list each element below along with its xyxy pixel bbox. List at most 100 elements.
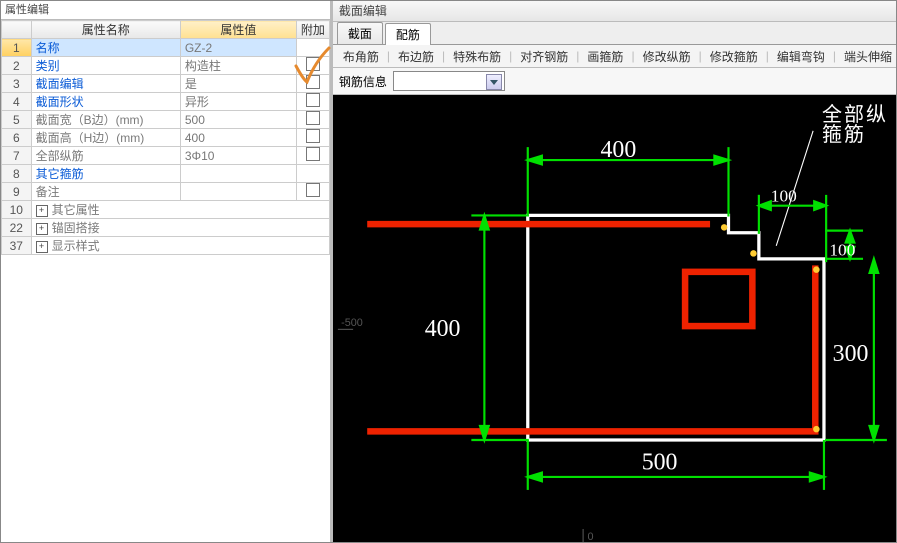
tool-align-bar[interactable]: 对齐钢筋 [516,48,572,65]
row-index: 9 [2,183,32,201]
prop-value[interactable]: 500 [180,111,296,129]
rebar-info-label: 钢筋信息 [339,73,387,90]
svg-text:100: 100 [771,186,797,205]
tab-section[interactable]: 截面 [337,22,383,44]
row-index: 2 [2,57,32,75]
prop-name[interactable]: 截面形状 [31,93,180,111]
property-panel-title: 属性编辑 [1,1,330,20]
prop-name[interactable]: 全部纵筋 [31,147,180,165]
prop-value[interactable]: 3Φ10 [180,147,296,165]
col-add[interactable]: 附加 [296,21,329,39]
rebar-info-combo[interactable] [393,71,505,91]
table-row[interactable]: 2类别构造柱 [2,57,330,75]
tool-edit-stirrup[interactable]: 修改箍筋 [706,48,762,65]
prop-add[interactable] [296,39,329,57]
col-index[interactable] [2,21,32,39]
row-index: 3 [2,75,32,93]
group-name[interactable]: +显示样式 [31,237,329,255]
expand-icon[interactable]: + [36,241,48,253]
expand-icon[interactable]: + [36,223,48,235]
table-row[interactable]: 8其它箍筋 [2,165,330,183]
row-index: 7 [2,147,32,165]
checkbox-icon[interactable] [306,183,320,197]
checkbox-icon[interactable] [306,129,320,143]
row-index: 5 [2,111,32,129]
prop-value[interactable]: 构造柱 [180,57,296,75]
prop-add[interactable] [296,75,329,93]
row-index: 6 [2,129,32,147]
table-row[interactable]: 4截面形状异形 [2,93,330,111]
section-drawing: -500 0 [333,95,896,542]
row-index: 22 [2,219,32,237]
svg-text:300: 300 [833,341,869,367]
prop-add[interactable] [296,129,329,147]
prop-name[interactable]: 备注 [31,183,180,201]
prop-add[interactable] [296,165,329,183]
section-editor-panel: 截面编辑 截面 配筋 布角筋| 布边筋| 特殊布筋| 对齐钢筋| 画箍筋| 修改… [332,1,896,542]
svg-text:500: 500 [642,449,678,475]
checkbox-icon[interactable] [306,147,320,161]
svg-text:0: 0 [587,531,593,542]
prop-add[interactable] [296,93,329,111]
checkbox-icon[interactable] [306,93,320,107]
prop-value[interactable]: 400 [180,129,296,147]
prop-add[interactable] [296,183,329,201]
prop-value[interactable]: 异形 [180,93,296,111]
prop-name[interactable]: 截面宽（B边）(mm) [31,111,180,129]
leader-label: 全部纵 箍筋 [822,105,888,145]
checkbox-icon[interactable] [306,111,320,125]
prop-name[interactable]: 其它箍筋 [31,165,180,183]
prop-value[interactable]: 是 [180,75,296,93]
tool-special-bar[interactable]: 特殊布筋 [449,48,505,65]
svg-text:400: 400 [425,316,461,342]
col-value[interactable]: 属性值 [180,21,296,39]
group-name[interactable]: +锚固搭接 [31,219,329,237]
row-index: 10 [2,201,32,219]
table-row[interactable]: 6截面高（H边）(mm)400 [2,129,330,147]
section-editor-title: 截面编辑 [333,1,896,22]
prop-name[interactable]: 截面高（H边）(mm) [31,129,180,147]
tool-end-extend[interactable]: 端头伸缩 [840,48,896,65]
tool-draw-stirrup[interactable]: 画箍筋 [583,48,627,65]
checkbox-icon[interactable] [306,57,320,71]
table-row[interactable]: 7全部纵筋3Φ10 [2,147,330,165]
table-row[interactable]: 9备注 [2,183,330,201]
row-index: 8 [2,165,32,183]
rebar-toolbar: 布角筋| 布边筋| 特殊布筋| 对齐钢筋| 画箍筋| 修改纵筋| 修改箍筋| 编… [333,45,896,68]
prop-add[interactable] [296,57,329,75]
svg-text:400: 400 [600,137,636,163]
prop-value[interactable] [180,183,296,201]
col-name[interactable]: 属性名称 [31,21,180,39]
rebar-info-bar: 钢筋信息 [333,68,896,95]
row-index: 37 [2,237,32,255]
grid-header-row: 属性名称 属性值 附加 [2,21,330,39]
row-index: 1 [2,39,32,57]
table-group-row[interactable]: 10+其它属性 [2,201,330,219]
prop-name[interactable]: 截面编辑 [31,75,180,93]
tool-edit-hook[interactable]: 编辑弯钩 [773,48,829,65]
prop-name[interactable]: 名称 [31,39,180,57]
tab-rebar[interactable]: 配筋 [385,23,431,45]
table-row[interactable]: 1名称GZ-2 [2,39,330,57]
prop-add[interactable] [296,111,329,129]
tool-edit-long[interactable]: 修改纵筋 [639,48,695,65]
app-root: 属性编辑 属性名称 属性值 附加 1名称GZ-22类别构造柱3截面编辑是4截面形… [0,0,897,543]
checkbox-icon[interactable] [306,75,320,89]
tool-edge-bar[interactable]: 布边筋 [394,48,438,65]
group-name[interactable]: +其它属性 [31,201,329,219]
section-tabs: 截面 配筋 [333,22,896,45]
svg-text:-500: -500 [341,317,363,329]
table-row[interactable]: 5截面宽（B边）(mm)500 [2,111,330,129]
prop-value[interactable] [180,165,296,183]
table-row[interactable]: 3截面编辑是 [2,75,330,93]
prop-value[interactable]: GZ-2 [180,39,296,57]
tool-corner-bar[interactable]: 布角筋 [339,48,383,65]
property-panel: 属性编辑 属性名称 属性值 附加 1名称GZ-22类别构造柱3截面编辑是4截面形… [1,1,332,542]
section-canvas[interactable]: -500 0 [333,95,896,542]
prop-name[interactable]: 类别 [31,57,180,75]
table-group-row[interactable]: 37+显示样式 [2,237,330,255]
table-group-row[interactable]: 22+锚固搭接 [2,219,330,237]
property-grid: 属性名称 属性值 附加 1名称GZ-22类别构造柱3截面编辑是4截面形状异形5截… [1,20,330,542]
expand-icon[interactable]: + [36,205,48,217]
prop-add[interactable] [296,147,329,165]
